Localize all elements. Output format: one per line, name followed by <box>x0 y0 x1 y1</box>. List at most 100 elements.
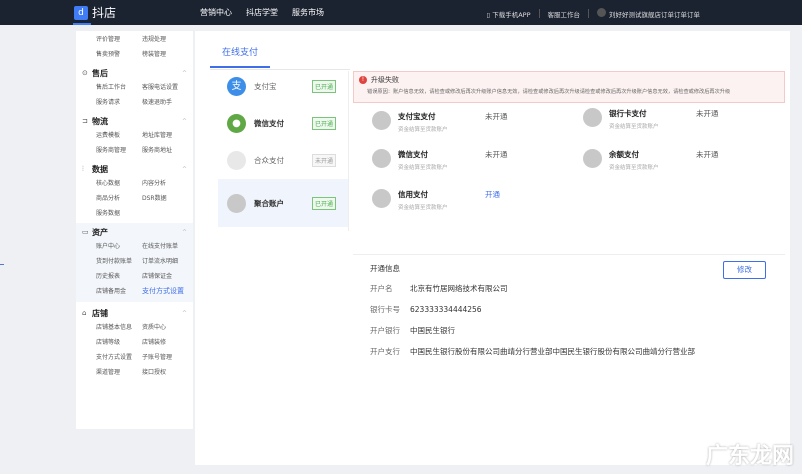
info-title: 开通信息 <box>370 264 400 273</box>
channel-icon <box>583 108 602 127</box>
sidebar-item[interactable]: 榜装管理 <box>142 49 202 58</box>
info-row: 开户名 北京有竹居网络技术有限公司 <box>370 283 508 294</box>
nav-academy[interactable]: 抖店学堂 <box>246 7 278 18</box>
channel-bankcard: 银行卡支付 资金结算至货款账户 未开通 <box>583 108 783 130</box>
info-row: 开户银行 中国民生银行 <box>370 325 455 336</box>
channel-sub: 资金结算至货款账户 <box>398 165 448 171</box>
sidebar-item[interactable]: 运费模板 <box>96 130 142 139</box>
divider <box>588 9 589 18</box>
sidebar-item[interactable]: 服务请求 <box>96 97 142 106</box>
info-value: 中国民生银行 <box>410 326 455 335</box>
edit-button[interactable]: 修改 <box>723 261 766 279</box>
sidebar-item[interactable]: 地址库管理 <box>142 130 202 139</box>
download-app-link[interactable]: ▯ 下载手机APP <box>487 9 531 19</box>
logo-underline <box>73 23 91 25</box>
chevron-up-icon: ^ <box>181 117 187 125</box>
top-bar: d 抖店 营销中心 抖店学堂 服务市场 ▯ 下载手机APP 客服工作台 刘好好测试… <box>0 0 802 25</box>
sidebar-item[interactable]: 服务数据 <box>96 208 142 217</box>
service-desk-link[interactable]: 客服工作台 <box>548 9 581 19</box>
sidebar-item[interactable]: 货到付款账单 <box>96 256 142 265</box>
channel-status: 未开通 <box>696 150 719 159</box>
group-header[interactable]: ⊙ 售后 ^ <box>82 64 187 82</box>
channel-status: 未开通 <box>696 109 719 118</box>
wechat-icon: ● <box>227 113 246 133</box>
channel-balance: 余额支付 资金结算至货款账户 未开通 <box>583 149 783 171</box>
sidebar-item[interactable]: 在线支付账单 <box>142 241 202 250</box>
channel-name: 支付宝支付 <box>398 112 436 121</box>
group-header[interactable]: ⊐ 物流 ^ <box>82 112 187 130</box>
sidebar-item[interactable]: 账户中心 <box>96 241 142 250</box>
sidebar-item[interactable]: 店铺等级 <box>96 337 142 346</box>
method-name: 合众支付 <box>254 155 284 165</box>
method-aggregate[interactable]: 聚合账户 已开通 <box>218 179 348 227</box>
sidebar-item[interactable]: 商品分析 <box>96 193 142 202</box>
wallet-icon: ▭ <box>82 228 89 236</box>
sidebar-item[interactable]: 店铺保证金 <box>142 271 202 280</box>
sidebar-item[interactable]: 历史报表 <box>96 271 142 280</box>
sidebar-item[interactable]: 售卖预警 <box>96 49 142 58</box>
channel-icon <box>372 149 391 168</box>
info-value: 623333334444256 <box>410 305 482 314</box>
nav-marketing[interactable]: 营销中心 <box>200 7 232 18</box>
user-name: 刘好好测试旗舰店订单订单订单 <box>609 11 700 19</box>
info-row: 开户支行 中国民生银行股份有限公司曲靖分行营业部中国民生银行股份有限公司曲靖分行营… <box>370 346 695 357</box>
sidebar-item[interactable]: 订单流水明细 <box>142 256 202 265</box>
sidebar-item[interactable]: 子账号管理 <box>142 352 202 361</box>
sidebar-item[interactable]: 店铺装修 <box>142 337 202 346</box>
sidebar-item[interactable]: 服务商地址 <box>142 145 202 154</box>
sidebar-item[interactable]: 支付方式设置 <box>96 352 142 361</box>
sidebar-item[interactable]: 服务商管理 <box>96 145 142 154</box>
channel-name: 微信支付 <box>398 150 428 159</box>
sidebar-item[interactable]: 内容分析 <box>142 178 202 187</box>
chevron-up-icon: ^ <box>181 309 187 317</box>
chevron-up-icon: ^ <box>181 165 187 173</box>
chart-icon: ⫶ <box>82 164 84 173</box>
sidebar: 评价管理 违规处理 售卖预警 榜装管理 ⊙ 售后 ^ 售后工作台 客服电话设置 服务请… <box>76 31 193 429</box>
sidebar-item[interactable]: 渠道管理 <box>96 367 142 376</box>
chevron-up-icon: ^ <box>181 228 187 236</box>
group-header[interactable]: ▭ 资产 ^ <box>82 223 187 241</box>
sidebar-item[interactable]: 店铺备用金 <box>96 286 142 296</box>
chevron-up-icon: ^ <box>181 69 187 77</box>
user-menu[interactable]: 刘好好测试旗舰店订单订单订单 <box>597 8 700 19</box>
channel-name: 银行卡支付 <box>609 109 647 118</box>
group-header[interactable]: ⫶ 数据 ^ <box>82 160 187 178</box>
sidebar-group-logistics: ⊐ 物流 ^ 运费模板 地址库管理 服务商管理 服务商地址 <box>76 112 193 155</box>
error-alert: ! 升级失败 错误原因：账户信息无效，请检查或修改后再次升级账户信息无效，请检查或… <box>353 71 785 103</box>
sidebar-item-payment-settings-active[interactable]: 支付方式设置 <box>142 286 202 296</box>
sidebar-item[interactable]: 资质中心 <box>142 322 202 331</box>
sidebar-item[interactable]: 评价管理 <box>96 34 142 43</box>
sidebar-item[interactable]: 极速退助手 <box>142 97 202 106</box>
group-header[interactable]: ⌂ 店铺 ^ <box>82 304 187 322</box>
info-value: 北京有竹居网络技术有限公司 <box>410 284 508 293</box>
channel-alipay: 支付宝支付 资金结算至货款账户 未开通 <box>372 111 572 133</box>
sidebar-item[interactable]: DSR数据 <box>142 193 202 202</box>
nav-market[interactable]: 服务市场 <box>292 7 324 18</box>
sidebar-item[interactable]: 售后工作台 <box>96 82 142 91</box>
sidebar-item[interactable]: 店铺基本信息 <box>96 322 142 331</box>
sidebar-item[interactable]: 违规处理 <box>142 34 202 43</box>
truck-icon: ⊐ <box>82 117 88 125</box>
divider <box>348 71 349 231</box>
channel-sub: 资金结算至货款账户 <box>398 205 448 211</box>
alipay-icon: 支 <box>227 76 246 96</box>
info-key: 开户名 <box>370 284 393 293</box>
sidebar-group-aftersale: ⊙ 售后 ^ 售后工作台 客服电话设置 服务请求 极速退助手 <box>76 64 193 107</box>
method-hezhong[interactable]: 合众支付 未开通 <box>218 137 348 183</box>
group-title: 物流 <box>92 116 108 126</box>
channel-icon <box>372 189 391 208</box>
sidebar-group-shop: ⌂ 店铺 ^ 店铺基本信息 资质中心 店铺等级 店铺装修 支付方式设置 子账号管理 渠道管… <box>76 304 193 377</box>
hezhong-icon <box>227 150 246 170</box>
sidebar-group-data: ⫶ 数据 ^ 核心数据 内容分析 商品分析 DSR数据 服务数据 <box>76 160 193 218</box>
channel-sub: 资金结算至货款账户 <box>609 165 659 171</box>
sidebar-item[interactable]: 接口授权 <box>142 367 202 376</box>
status-badge: 已开通 <box>312 116 337 130</box>
download-label: 下载手机APP <box>492 10 531 19</box>
status-badge: 已开通 <box>312 196 337 210</box>
sidebar-item[interactable]: 客服电话设置 <box>142 82 202 91</box>
sidebar-item[interactable]: 核心数据 <box>96 178 142 187</box>
channel-credit: 信用支付 资金结算至货款账户 开通 <box>372 189 572 211</box>
open-credit-link[interactable]: 开通 <box>485 189 500 211</box>
method-name: 聚合账户 <box>254 198 284 208</box>
logo[interactable]: d 抖店 <box>74 4 116 21</box>
